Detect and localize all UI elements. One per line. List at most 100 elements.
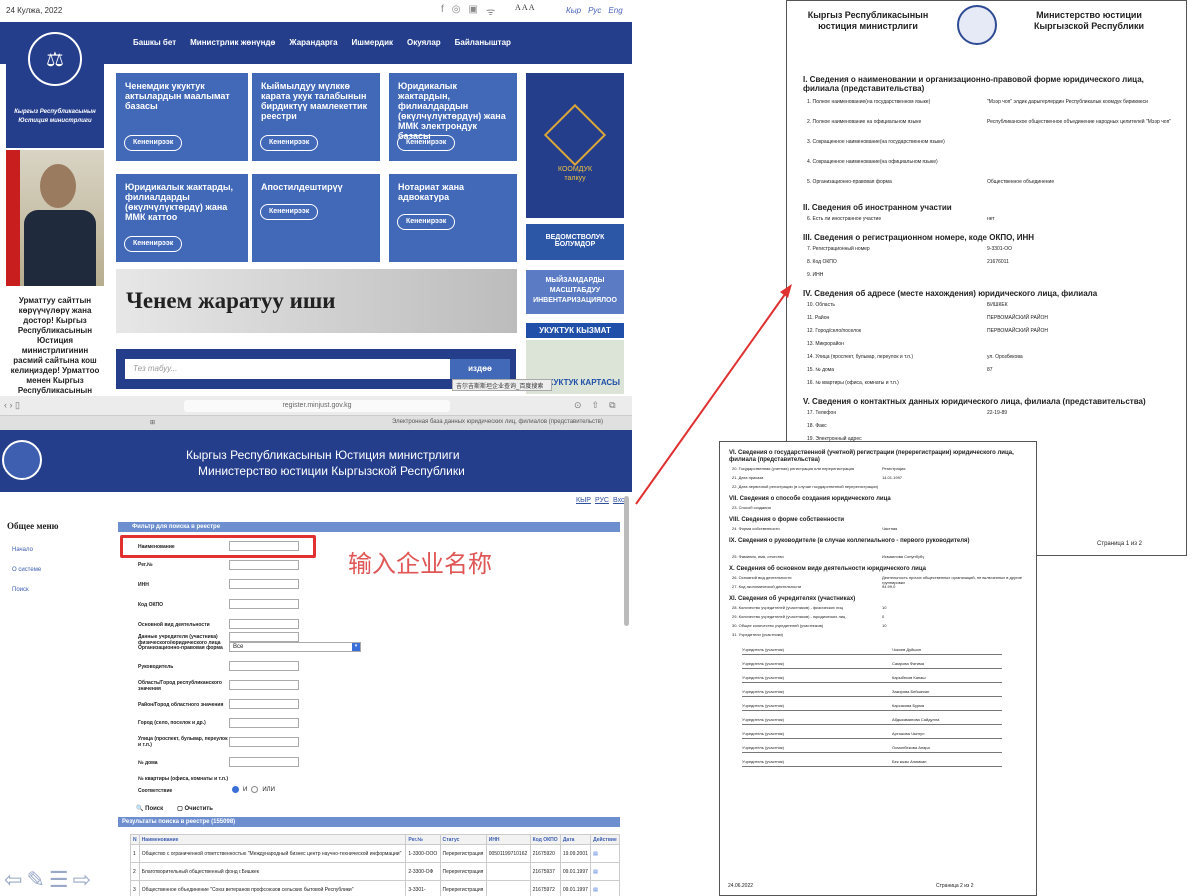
tile-legal-acts[interactable]: Ченемдик укуктук актылардын маалымат баз… <box>116 73 248 161</box>
clear-button[interactable]: ▢ Очистить <box>177 805 213 812</box>
next-arrow-icon[interactable]: ⇨ <box>73 867 91 893</box>
founder-row: Учредитель (участник) Карыбеков Канаш <box>742 674 1002 683</box>
radio-and[interactable] <box>232 786 239 793</box>
field-value: 94.99.0 <box>882 584 896 589</box>
field-label: Соответствие <box>138 788 173 794</box>
tile-apostille[interactable]: Апостилдештирүү Кененирээк <box>252 174 380 262</box>
more-button[interactable]: Кененирээк <box>260 204 319 220</box>
table-cell: 1 <box>130 844 140 863</box>
nav-about[interactable]: Министрлик жөнүндө <box>190 38 275 47</box>
tab-first[interactable]: ⊞ <box>150 419 155 426</box>
rss-icon[interactable]: ᯤ <box>486 4 495 18</box>
nav-events[interactable]: Окуялар <box>407 38 441 47</box>
field-key: 18. Факс <box>807 423 827 429</box>
regnum-input[interactable] <box>229 560 299 570</box>
font-size-control[interactable]: A A A <box>515 3 535 12</box>
lang-eng[interactable]: Eng <box>608 6 622 15</box>
nav-citizens[interactable]: Жарандарга <box>289 38 337 47</box>
emblem-icon <box>2 440 42 480</box>
street-input[interactable] <box>229 737 299 747</box>
tile-notary[interactable]: Нотариат жана адвокатура Кененирээк <box>389 174 517 262</box>
table-row[interactable]: 1 Общество с ограниченной ответственность… <box>130 844 620 863</box>
radio-or[interactable] <box>251 786 259 793</box>
pen-icon[interactable]: ✎ <box>26 867 44 893</box>
facebook-icon[interactable]: f <box>441 4 444 18</box>
col-reg[interactable]: Рег.№ <box>405 834 441 845</box>
tile-registration[interactable]: Юридикалык жактарды, филиалдарды (өкүлчү… <box>116 174 248 262</box>
legal-form-select[interactable]: Все ▾ <box>229 642 361 652</box>
nav-activity[interactable]: Ишмердик <box>352 38 393 47</box>
district-input[interactable] <box>229 699 299 709</box>
founder-row: Учредитель (участник) Бек кызы Алимкан <box>742 758 1002 767</box>
field-value: 87 <box>987 367 993 373</box>
table-row[interactable]: 2 Благотворительный общественный фонд г.Б… <box>130 862 620 881</box>
col-okpo[interactable]: Код ОКПО <box>529 834 561 845</box>
ministry-logo[interactable]: ⚖ Кыргыз Республикасынын Юстиция министр… <box>6 22 104 148</box>
tab-registry[interactable]: Электронная база данных юридических лиц,… <box>392 419 603 425</box>
tabs-icon[interactable]: ⧉ <box>609 400 615 411</box>
inn-input[interactable] <box>229 579 299 589</box>
menu-icon[interactable]: ☰ <box>49 867 69 893</box>
table-row[interactable]: 3 Общественное объединение "Союз ветерано… <box>130 880 620 896</box>
activity-input[interactable] <box>229 619 299 629</box>
table-cell: 1-3300-ООО <box>405 844 441 863</box>
search-input[interactable]: Тез табуу... <box>125 359 450 379</box>
search-button[interactable]: 🔍 Поиск <box>136 805 163 812</box>
instagram-icon[interactable]: ◎ <box>452 4 461 18</box>
more-button[interactable]: Кененирээк <box>260 135 319 151</box>
back-forward-icon[interactable]: ‹ › ▯ <box>4 400 20 411</box>
search-button[interactable]: издөө <box>450 359 510 379</box>
field-label: Код ОКПО <box>138 602 164 608</box>
scrollbar[interactable] <box>624 496 629 626</box>
header-kg: Кыргыз Республикасынын Юстиция министрли… <box>186 448 460 462</box>
field-key: 6. Есть ли иностранное участие <box>807 216 882 222</box>
prev-arrow-icon[interactable]: ⇦ <box>4 867 22 893</box>
tile-movable-property[interactable]: Кыймылдуу мүлккө карата укук талабынын б… <box>252 73 380 161</box>
okpo-input[interactable] <box>229 599 299 609</box>
tile-legal-entities-db[interactable]: Юридикалык жактардын, филиалдардын (өкүл… <box>389 73 517 161</box>
nav-contacts[interactable]: Байланыштар <box>455 38 511 47</box>
lawmaking-banner[interactable]: Ченем жаратуу иши <box>116 269 517 333</box>
more-button[interactable]: Кененирээк <box>397 214 456 230</box>
founder-input[interactable] <box>229 632 299 642</box>
public-discussion-banner[interactable]: КООМДУК талкуу <box>526 73 624 218</box>
nav-home[interactable]: Башкы бет <box>133 38 176 47</box>
house-input[interactable] <box>229 757 299 767</box>
address-bar[interactable]: register.minjust.gov.kg <box>184 400 450 412</box>
toolbar-actions: ⊙ ⇧ ⧉ <box>574 400 616 411</box>
current-date: 24 Кулжа, 2022 <box>6 6 63 15</box>
head-input[interactable] <box>229 661 299 671</box>
lang-rus[interactable]: Рус <box>588 6 601 15</box>
ornament-icon <box>543 103 607 167</box>
section-title: XI. Сведения об учредителях (участниках) <box>729 596 856 602</box>
region-input[interactable] <box>229 680 299 690</box>
top-bar: 24 Кулжа, 2022 f ◎ ▣ ᯤ A A A Кыр Рус Eng <box>0 0 632 22</box>
download-icon[interactable]: ⊙ <box>574 400 582 411</box>
more-button[interactable]: Кененирээк <box>397 135 456 151</box>
menu-item-home[interactable]: Начало <box>7 547 99 553</box>
menu-item-about[interactable]: О системе <box>7 567 99 573</box>
lang-kyr[interactable]: КЫР <box>576 497 591 504</box>
inventory-banner[interactable]: МЫЙЗАМДАРДЫ МАСШТАБДУУ ИНВЕНТАРИЗАЦИЯЛОО <box>526 270 624 314</box>
field-label: Основной вид деятельности <box>138 622 210 628</box>
legal-service-banner[interactable]: УКУКТУК КЫЗМАТ <box>526 323 624 338</box>
share-icon[interactable]: ⇧ <box>592 400 600 411</box>
departments-banner[interactable]: ВЕДОМСТВОЛУК БОЛУМДОР <box>526 224 624 260</box>
more-button[interactable]: Кененирээк <box>124 236 183 252</box>
col-status[interactable]: Статус <box>439 834 487 845</box>
col-inn[interactable]: ИНН <box>485 834 531 845</box>
col-date[interactable]: Дата <box>559 834 592 845</box>
lang-rus[interactable]: РУС <box>595 497 609 504</box>
youtube-icon[interactable]: ▣ <box>469 4 478 18</box>
menu-item-search[interactable]: Поиск <box>7 587 99 593</box>
founder-name: Артыкова Чынгул <box>892 731 925 736</box>
pointer-arrow <box>635 284 792 505</box>
city-input[interactable] <box>229 718 299 728</box>
col-name[interactable]: Наименование <box>138 834 407 845</box>
view-icon[interactable]: ▤ <box>590 844 620 863</box>
name-field-highlight <box>120 535 316 558</box>
lang-kyr[interactable]: Кыр <box>566 6 581 15</box>
more-button[interactable]: Кененирээк <box>124 135 183 151</box>
view-icon[interactable]: ▤ <box>590 862 620 881</box>
view-icon[interactable]: ▤ <box>590 880 620 896</box>
